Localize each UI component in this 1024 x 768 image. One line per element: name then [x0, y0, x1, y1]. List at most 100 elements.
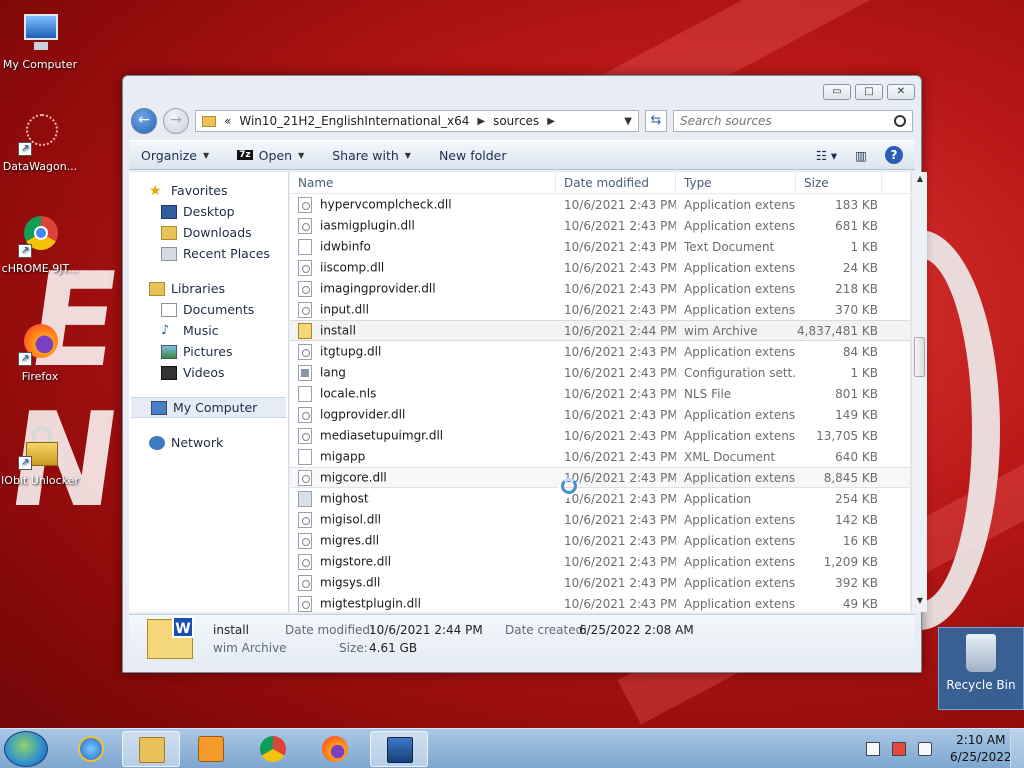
file-row[interactable]: input.dll 10/6/2021 2:43 PM Application ex… [290, 299, 910, 320]
nav-item-videos[interactable]: Videos [129, 362, 288, 383]
desktop-icon-recycle-bin[interactable]: Recycle Bin [938, 627, 1024, 710]
breadcrumb-chevron-icon[interactable]: ▶ [477, 116, 485, 127]
exe-file-icon [298, 490, 312, 507]
nav-item-desktop[interactable]: Desktop [129, 201, 288, 222]
desktop-icon-label: My Computer [2, 58, 78, 71]
file-date-cell: 10/6/2021 2:43 PM [564, 554, 676, 569]
nav-item-downloads[interactable]: Downloads [129, 222, 288, 243]
file-row[interactable]: migcore.dll 10/6/2021 2:43 PM Application … [290, 467, 910, 488]
file-row[interactable]: idwbinfo 10/6/2021 2:43 PM Text Document 1 … [290, 236, 910, 257]
column-header-date[interactable]: Date modified [556, 172, 676, 194]
close-button[interactable]: ✕ [887, 84, 915, 100]
txt-file-icon [298, 448, 312, 465]
file-row[interactable]: lang 10/6/2021 2:43 PM Configuration sett.… [290, 362, 910, 383]
file-row[interactable]: migres.dll 10/6/2021 2:43 PM Application e… [290, 530, 910, 551]
desktop-icon-my-computer[interactable]: My Computer [0, 10, 80, 72]
file-row[interactable]: iiscomp.dll 10/6/2021 2:43 PM Application … [290, 257, 910, 278]
file-type-cell: Text Document [684, 239, 775, 254]
breadcrumb-chevron-icon[interactable]: ▶ [547, 116, 555, 127]
nav-network[interactable]: Network [129, 432, 288, 453]
taskbar-internet-explorer[interactable] [62, 731, 120, 767]
volume-icon[interactable] [918, 742, 932, 756]
file-row[interactable]: logprovider.dll 10/6/2021 2:43 PM Applicat… [290, 404, 910, 425]
file-type-cell: Application extens... [684, 302, 796, 317]
address-bar[interactable]: « Win10_21H2_EnglishInternational_x64 ▶ … [195, 110, 639, 132]
nav-item-documents[interactable]: Documents [129, 299, 288, 320]
search-icon[interactable] [894, 115, 906, 127]
back-button[interactable]: ← [131, 108, 157, 134]
history-dropdown-icon[interactable]: ▼ [624, 116, 632, 127]
help-icon[interactable]: ? [885, 146, 903, 164]
maximize-button[interactable]: □ [855, 84, 883, 100]
scroll-up-icon[interactable]: ▲ [912, 174, 928, 188]
file-row[interactable]: install 10/6/2021 2:44 PM wim Archive 4,837… [290, 320, 910, 341]
view-options-icon[interactable]: ☷ ▾ [816, 148, 837, 163]
dll-file-icon [298, 574, 312, 591]
show-desktop-button[interactable] [1010, 729, 1024, 768]
shortcut-arrow-icon: ↗ [18, 352, 32, 366]
nav-my-computer[interactable]: My Computer [131, 397, 286, 418]
file-size-cell: 392 KB [835, 575, 878, 590]
nav-item-music[interactable]: ♪ Music [129, 320, 288, 341]
nav-item-pictures[interactable]: Pictures [129, 341, 288, 362]
scroll-thumb[interactable] [914, 337, 925, 377]
taskbar-explorer[interactable] [122, 731, 180, 767]
file-name-cell: iiscomp.dll [290, 259, 556, 276]
column-header-size[interactable]: Size [796, 172, 882, 194]
file-row[interactable]: migisol.dll 10/6/2021 2:43 PM Application … [290, 509, 910, 530]
new-folder-button[interactable]: New folder [439, 148, 507, 163]
taskbar-firefox[interactable] [306, 731, 364, 767]
dll-file-icon [298, 280, 312, 297]
scroll-down-icon[interactable]: ▼ [912, 596, 928, 610]
desktop-icon-iobit-unlocker[interactable]: ↗ IObit Unlocker [0, 426, 80, 488]
share-with-button[interactable]: Share with ▼ [332, 148, 411, 163]
breadcrumb-overflow[interactable]: « [224, 114, 231, 128]
nav-favorites[interactable]: ★ Favorites [129, 180, 288, 201]
taskbar-iobit-unlocker[interactable] [370, 731, 428, 767]
file-row[interactable]: migapp 10/6/2021 2:43 PM XML Document 640 K… [290, 446, 910, 467]
file-row[interactable]: mediasetupuimgr.dll 10/6/2021 2:43 PM Appl… [290, 425, 910, 446]
file-row[interactable]: locale.nls 10/6/2021 2:43 PM NLS File 801 K… [290, 383, 910, 404]
preview-pane-icon[interactable]: ▥ [855, 148, 867, 163]
breadcrumb-segment[interactable]: sources [493, 114, 539, 128]
column-header-name[interactable]: Name [290, 172, 556, 194]
nav-item-recent-places[interactable]: Recent Places [129, 243, 288, 264]
taskbar-media-player[interactable] [182, 731, 240, 767]
file-row[interactable]: iasmigplugin.dll 10/6/2021 2:43 PM Applica… [290, 215, 910, 236]
file-row[interactable]: migsys.dll 10/6/2021 2:43 PM Application e… [290, 572, 910, 593]
file-row[interactable]: itgtupg.dll 10/6/2021 2:43 PM Application … [290, 341, 910, 362]
file-row[interactable]: hypervcomplcheck.dll 10/6/2021 2:43 PM App… [290, 194, 910, 215]
forward-button[interactable]: → [163, 108, 189, 134]
column-header-type[interactable]: Type [676, 172, 796, 194]
breadcrumb-segment[interactable]: Win10_21H2_EnglishInternational_x64 [239, 114, 469, 128]
file-name-cell: migisol.dll [290, 511, 556, 528]
taskbar-chrome[interactable] [244, 731, 302, 767]
nav-label: Pictures [183, 344, 233, 359]
search-input[interactable] [680, 114, 894, 128]
file-row[interactable]: mighost 10/6/2021 2:43 PM Application 254 K… [290, 488, 910, 509]
desktop-icon-datawagon[interactable]: ↗ DataWagon... [0, 112, 80, 174]
minimize-button[interactable]: ▭ [823, 84, 851, 100]
start-button[interactable] [4, 731, 48, 767]
file-row[interactable]: imagingprovider.dll 10/6/2021 2:43 PM Appl… [290, 278, 910, 299]
firefox-icon [322, 736, 348, 762]
nav-libraries[interactable]: Libraries [129, 278, 288, 299]
organize-button[interactable]: Organize ▼ [141, 148, 209, 163]
file-size-cell: 24 KB [842, 260, 878, 275]
open-button[interactable]: 7z Open ▼ [237, 148, 304, 163]
dll-file-icon [298, 595, 312, 612]
file-row[interactable]: migtestplugin.dll 10/6/2021 2:43 PM Applic… [290, 593, 910, 612]
desktop-icon-firefox[interactable]: ↗ Firefox [0, 322, 80, 384]
clock[interactable]: 2:10 AM 6/25/2022 [950, 732, 1012, 766]
network-tray-icon[interactable] [866, 742, 880, 756]
nav-label: Downloads [183, 225, 252, 240]
refresh-button[interactable]: ⇆ [645, 110, 667, 132]
taskbar: 2:10 AM 6/25/2022 [0, 728, 1024, 768]
desktop-icon-chrome[interactable]: ↗ cHROME 9JT... [0, 214, 80, 276]
file-name-cell: locale.nls [290, 385, 556, 402]
file-row[interactable]: migstore.dll 10/6/2021 2:43 PM Application… [290, 551, 910, 572]
dropdown-arrow-icon: ▼ [203, 150, 210, 160]
vertical-scrollbar[interactable]: ▲ ▼ [911, 172, 927, 612]
dropdown-arrow-icon: ▼ [298, 150, 305, 160]
action-center-flag-icon[interactable] [892, 742, 906, 756]
